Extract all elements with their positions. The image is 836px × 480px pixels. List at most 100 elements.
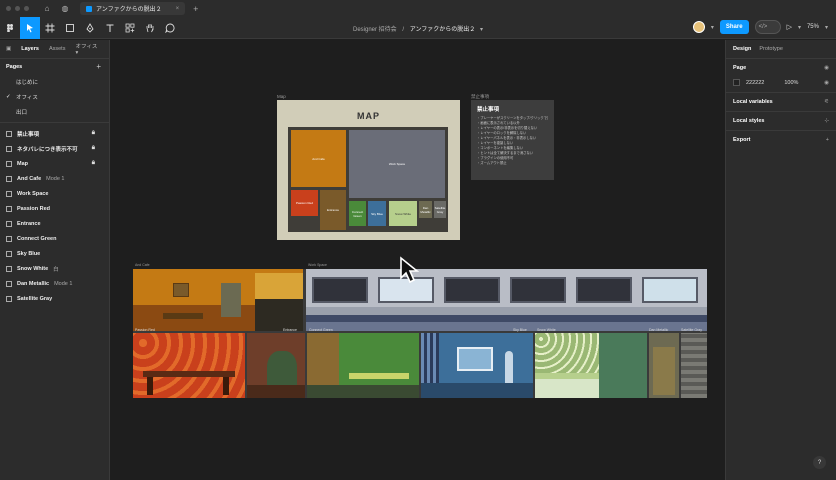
move-tool[interactable] bbox=[20, 16, 40, 39]
page-fill-opacity[interactable]: 100% bbox=[784, 80, 798, 86]
tab-prototype[interactable]: Prototype bbox=[759, 46, 783, 52]
community-icon[interactable]: ◍ bbox=[58, 2, 72, 16]
minimize-window-icon[interactable] bbox=[15, 6, 20, 11]
export-title: Export bbox=[733, 137, 751, 143]
scene-snow-white[interactable] bbox=[535, 333, 647, 398]
main-menu-button[interactable] bbox=[0, 17, 20, 39]
layer-list: 禁止事項 🔒︎ ネタバレにつき表示不可 🔒︎ Map 🔒︎ And Cafe Mode 1 Wo… bbox=[0, 122, 109, 306]
file-name[interactable]: アンファクからの脱出２ bbox=[410, 27, 476, 33]
avatar[interactable] bbox=[692, 21, 705, 33]
page-fill-row[interactable]: 222222 100% ◉ bbox=[733, 79, 829, 86]
scene-dan-metallic[interactable] bbox=[649, 333, 679, 398]
resources-tool[interactable] bbox=[120, 17, 140, 39]
window-controls[interactable] bbox=[0, 6, 36, 11]
scene-label-work-space[interactable]: Work Space bbox=[308, 263, 327, 267]
scene-label-passion-red[interactable]: Passion Red bbox=[135, 328, 155, 332]
frame-tool[interactable] bbox=[40, 17, 60, 39]
page-item-label: はじめに bbox=[16, 79, 39, 86]
text-tool[interactable] bbox=[100, 17, 120, 39]
layer-item[interactable]: Dan Metallic Mode 1 bbox=[0, 276, 109, 291]
chevron-down-icon[interactable]: ▾ bbox=[825, 24, 828, 31]
layer-item-label: Entrance bbox=[17, 220, 41, 227]
scene-passion-red[interactable] bbox=[133, 333, 245, 398]
lock-icon[interactable]: 🔒︎ bbox=[92, 145, 95, 152]
local-styles-section[interactable]: Local styles ⊹ bbox=[726, 111, 836, 130]
scene-satellite-gray[interactable] bbox=[681, 333, 707, 398]
dev-mode-toggle[interactable]: </> bbox=[754, 20, 781, 34]
layer-mode-badge: Mode 1 bbox=[46, 175, 65, 182]
layer-item[interactable]: Snow White 白 bbox=[0, 261, 109, 276]
close-window-icon[interactable] bbox=[6, 6, 11, 11]
frame-icon bbox=[6, 130, 12, 137]
layer-item[interactable]: ネタバレにつき表示不可 🔒︎ bbox=[0, 141, 109, 156]
layer-item[interactable]: Passion Red bbox=[0, 201, 109, 216]
scene-connect-green[interactable] bbox=[307, 333, 419, 398]
map-frame-label[interactable]: Map bbox=[277, 94, 286, 99]
lock-icon[interactable]: 🔒︎ bbox=[92, 130, 95, 137]
page-fill-swatch[interactable] bbox=[733, 79, 740, 86]
help-button[interactable]: ? bbox=[813, 456, 826, 469]
layer-item[interactable]: Sky Blue bbox=[0, 246, 109, 261]
scene-label-satellite-gray[interactable]: Satellite Gray bbox=[681, 328, 702, 332]
layer-item[interactable]: Map 🔒︎ bbox=[0, 156, 109, 171]
tab-layers[interactable]: Layers bbox=[21, 46, 39, 52]
comment-tool[interactable] bbox=[160, 17, 180, 39]
frame-icon bbox=[6, 205, 12, 212]
tab-design[interactable]: Design bbox=[733, 46, 751, 52]
layer-item[interactable]: Entrance bbox=[0, 216, 109, 231]
pen-tool[interactable] bbox=[80, 17, 100, 39]
file-tab[interactable]: アンファクからの脱出２ × bbox=[80, 2, 186, 15]
scene-entrance[interactable] bbox=[247, 333, 305, 398]
tab-assets[interactable]: Assets bbox=[49, 46, 66, 52]
scene-work-space[interactable] bbox=[306, 269, 707, 331]
canvas[interactable]: Map MAP And Cafe Work Space Passion Red … bbox=[111, 40, 725, 480]
variables-settings-icon[interactable]: ⚟ bbox=[824, 99, 829, 105]
add-export-button[interactable]: + bbox=[826, 137, 829, 143]
layer-item-label: And Cafe bbox=[17, 175, 42, 182]
hand-tool[interactable] bbox=[140, 17, 160, 39]
right-panel-tabs: Design Prototype bbox=[726, 40, 836, 58]
layer-mode-badge: 白 bbox=[53, 266, 59, 273]
layer-item[interactable]: Connect Green bbox=[0, 231, 109, 246]
local-variables-title: Local variables bbox=[733, 99, 773, 105]
present-play-icon[interactable]: ▷ bbox=[787, 23, 792, 31]
close-tab-icon[interactable]: × bbox=[176, 6, 180, 12]
scene-sky-blue[interactable] bbox=[421, 333, 533, 398]
sidebar-icon[interactable]: ▣ bbox=[6, 46, 11, 52]
page-picker[interactable]: オフィス ▾ bbox=[75, 42, 109, 56]
styles-icon[interactable]: ⊹ bbox=[824, 118, 829, 124]
map-frame[interactable]: MAP And Cafe Work Space Passion Red Entr… bbox=[277, 100, 460, 240]
chevron-down-icon[interactable]: ▾ bbox=[711, 24, 714, 31]
scene-label-snow-white[interactable]: Snow White bbox=[537, 328, 556, 332]
workspace-name[interactable]: Designer 招待会 bbox=[353, 27, 397, 33]
maximize-window-icon[interactable] bbox=[24, 6, 29, 11]
chevron-down-icon[interactable]: ▾ bbox=[480, 27, 483, 33]
page-item[interactable]: ✓ オフィス bbox=[0, 89, 109, 104]
visibility-eye-icon[interactable]: ◉ bbox=[824, 80, 829, 86]
scene-label-entrance[interactable]: Entrance bbox=[283, 328, 297, 332]
layer-item[interactable]: Work Space bbox=[0, 186, 109, 201]
share-button[interactable]: Share bbox=[719, 20, 749, 34]
rules-note[interactable]: 禁止事項 ・プレーヤーがスクリーンをタップ/クリックで選択しない・画面に表示され… bbox=[471, 100, 554, 180]
layer-item[interactable]: And Cafe Mode 1 bbox=[0, 171, 109, 186]
page-item[interactable]: 出口 bbox=[0, 104, 109, 119]
chevron-down-icon[interactable]: ▾ bbox=[798, 24, 801, 31]
scene-label-dan-metallic[interactable]: Dan Metallic bbox=[649, 328, 668, 332]
lock-icon[interactable]: 🔒︎ bbox=[92, 160, 95, 167]
zoom-level[interactable]: 75% bbox=[807, 24, 819, 30]
page-fill-hex[interactable]: 222222 bbox=[746, 80, 764, 86]
new-tab-button[interactable]: + bbox=[193, 4, 198, 14]
layer-item[interactable]: 禁止事項 🔒︎ bbox=[0, 126, 109, 141]
add-page-button[interactable]: + bbox=[96, 62, 101, 71]
shape-tool[interactable] bbox=[60, 17, 80, 39]
scene-and-cafe[interactable] bbox=[133, 269, 303, 331]
local-variables-section[interactable]: Local variables ⚟ bbox=[726, 92, 836, 111]
scene-label-connect-green[interactable]: Connect Green bbox=[309, 328, 333, 332]
scene-label-and-cafe[interactable]: And Cafe bbox=[135, 263, 150, 267]
page-item[interactable]: はじめに bbox=[0, 74, 109, 89]
home-icon[interactable]: ⌂ bbox=[40, 2, 54, 16]
eye-icon[interactable]: ◉ bbox=[824, 65, 829, 71]
layer-item[interactable]: Satellite Gray bbox=[0, 291, 109, 306]
scene-label-sky-blue[interactable]: Sky Blue bbox=[513, 328, 527, 332]
export-section[interactable]: Export + bbox=[726, 130, 836, 149]
